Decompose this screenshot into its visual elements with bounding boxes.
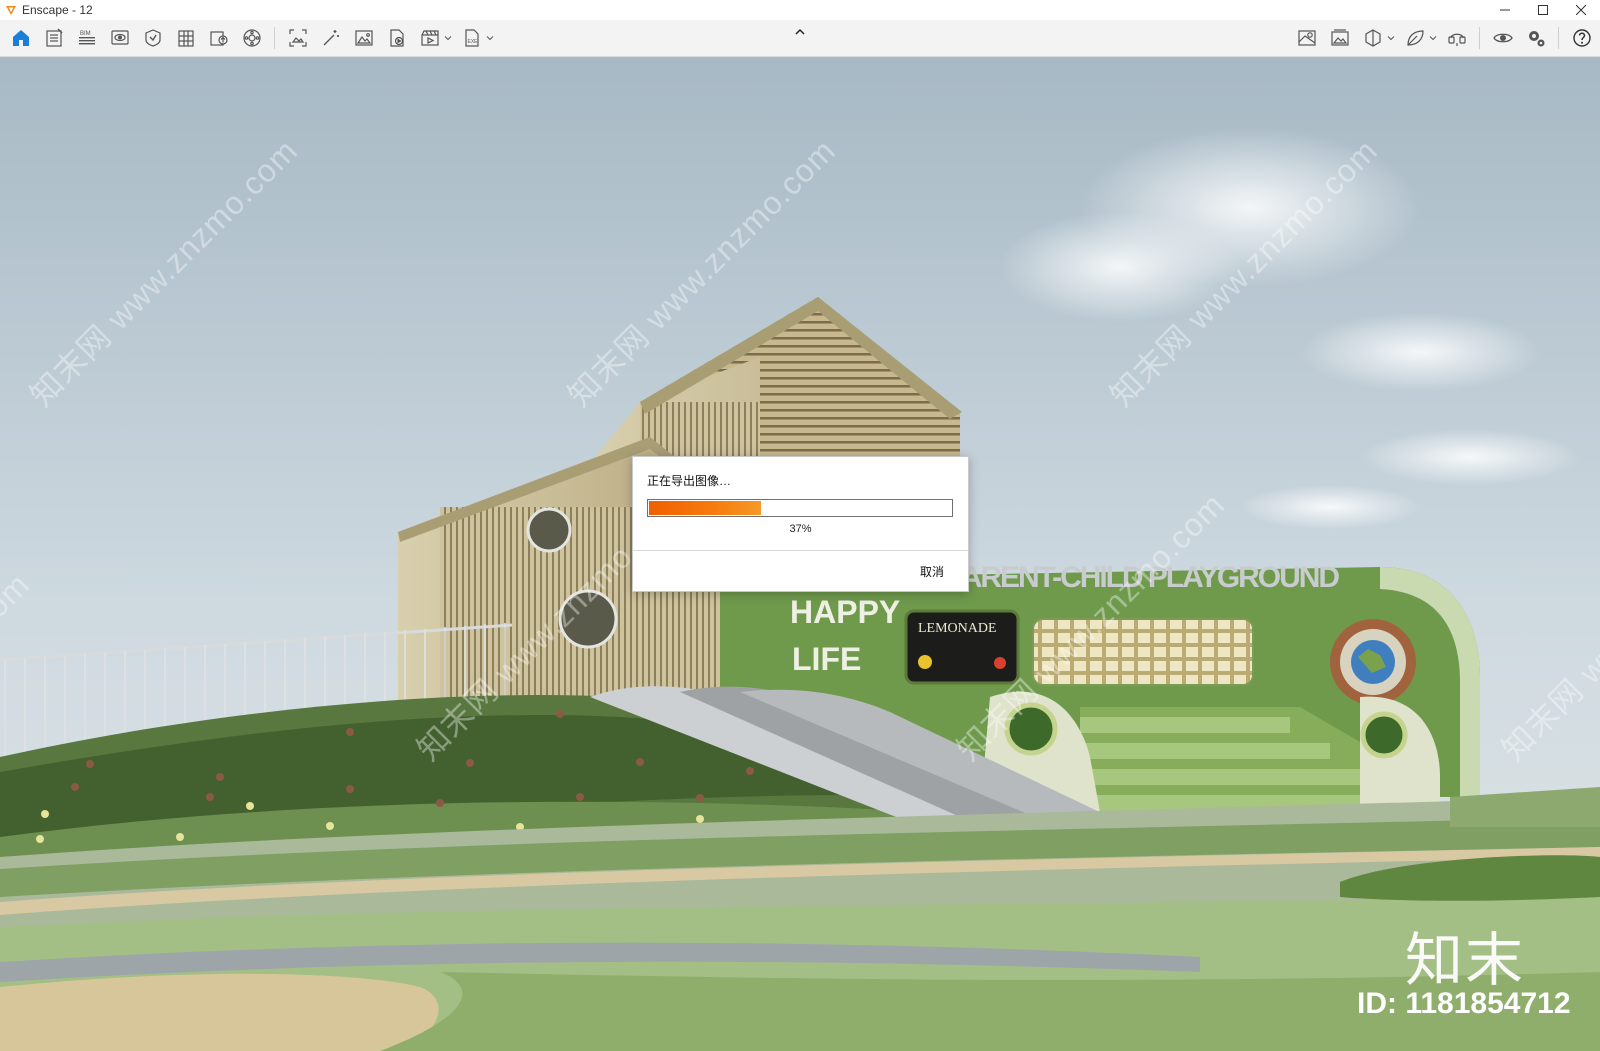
- panorama-button[interactable]: [237, 23, 267, 53]
- video-editor-button[interactable]: [415, 23, 445, 53]
- upload-button[interactable]: [204, 23, 234, 53]
- map-button[interactable]: [1292, 23, 1322, 53]
- title-bar: Enscape - 12: [0, 0, 1600, 20]
- chevron-down-icon: [1387, 36, 1395, 41]
- section-view-button[interactable]: [1358, 23, 1388, 53]
- image-icon: [354, 30, 373, 46]
- vegetation-dropdown-button[interactable]: [1428, 23, 1438, 53]
- maximize-button[interactable]: [1524, 0, 1562, 20]
- render-batch-button[interactable]: [382, 23, 412, 53]
- leaf-icon: [1406, 30, 1424, 46]
- scene-sign-life: LIFE: [792, 641, 861, 677]
- close-button[interactable]: [1562, 0, 1600, 20]
- section-dropdown-button[interactable]: [1386, 23, 1396, 53]
- toolbar-separator: [1479, 27, 1480, 49]
- screenshot-icon: [288, 29, 307, 47]
- help-icon: [1572, 29, 1591, 47]
- video-editor-icon: [420, 30, 439, 46]
- brand-id-text: ID: 1181854712: [1357, 987, 1571, 1020]
- visual-settings-icon: [110, 30, 129, 45]
- document-list-icon: [45, 28, 63, 47]
- home-icon: [12, 30, 29, 46]
- magic-wand-icon: [323, 30, 339, 46]
- exe-label: EXE: [467, 39, 478, 45]
- toolbar-separator: [274, 27, 275, 49]
- export-dropdown-button[interactable]: [485, 23, 495, 53]
- maximize-icon: [1538, 5, 1548, 15]
- photo-library-button[interactable]: [1325, 23, 1355, 53]
- bim-icon: BIM: [78, 31, 95, 45]
- chevron-up-icon: [795, 28, 805, 35]
- asset-library-icon: [177, 30, 194, 47]
- home-button[interactable]: [6, 23, 36, 53]
- document-list-button[interactable]: [39, 23, 69, 53]
- window-title: Enscape - 12: [22, 3, 93, 17]
- video-dropdown-button[interactable]: [443, 23, 453, 53]
- export-icon: EXE: [464, 29, 479, 47]
- bim-label: BIM: [80, 31, 91, 37]
- eye-button[interactable]: [1488, 23, 1518, 53]
- view-management-icon: [144, 29, 161, 47]
- dialog-divider: [633, 550, 968, 551]
- chevron-down-icon: [444, 36, 452, 41]
- magic-wand-button[interactable]: [316, 23, 346, 53]
- progress-bar-fill: [649, 501, 761, 515]
- screenshot-button[interactable]: [283, 23, 313, 53]
- cube-section-icon: [1364, 29, 1381, 47]
- export-progress-bar: [647, 499, 953, 517]
- upload-icon: [209, 31, 228, 46]
- export-button[interactable]: EXE: [457, 23, 487, 53]
- dialog-message: 正在导出图像…: [647, 474, 732, 488]
- vegetation-button[interactable]: [1400, 23, 1430, 53]
- view-management-button[interactable]: [138, 23, 168, 53]
- map-icon: [1297, 30, 1316, 46]
- render-batch-icon: [389, 29, 404, 47]
- close-icon: [1576, 5, 1586, 15]
- vr-headset-icon: [1447, 33, 1466, 46]
- panorama-icon: [242, 29, 261, 47]
- export-progress-dialog: 正在导出图像… 37% 取消: [632, 456, 969, 592]
- asset-library-button[interactable]: [171, 23, 201, 53]
- eye-icon: [1492, 33, 1513, 43]
- scene-sign-happy: HAPPY: [790, 594, 900, 630]
- scene-sign-lemonade: LEMONADE: [918, 621, 997, 636]
- toolbar-separator: [1558, 27, 1559, 49]
- chevron-down-icon: [486, 36, 494, 41]
- image-button[interactable]: [349, 23, 379, 53]
- brand-logo: 知末: [1405, 926, 1526, 994]
- photo-library-icon: [1330, 29, 1349, 46]
- settings-icon: [1528, 31, 1544, 47]
- collapse-toolbar-button[interactable]: [790, 24, 810, 38]
- settings-button[interactable]: [1521, 23, 1551, 53]
- help-button[interactable]: [1567, 23, 1597, 53]
- cancel-button[interactable]: 取消: [920, 563, 944, 580]
- minimize-button[interactable]: [1486, 0, 1524, 20]
- bim-button[interactable]: BIM: [72, 23, 102, 53]
- chevron-down-icon: [1429, 36, 1437, 41]
- enscape-logo-icon: [6, 6, 16, 15]
- vr-headset-button[interactable]: [1442, 23, 1472, 53]
- minimize-icon: [1500, 9, 1510, 11]
- visual-settings-button[interactable]: [105, 23, 135, 53]
- progress-percent: 37%: [789, 523, 812, 535]
